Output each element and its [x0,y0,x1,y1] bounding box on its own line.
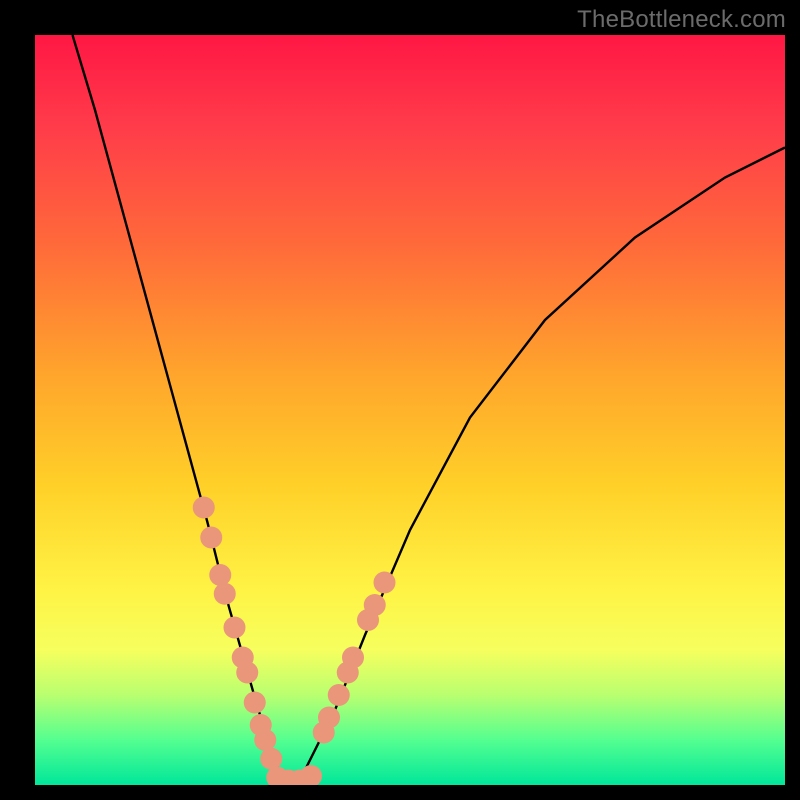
marker-dot [209,564,231,586]
marker-dot [200,527,222,549]
marker-dot [236,662,258,684]
marker-dot [364,594,386,616]
chart-frame: TheBottleneck.com [0,0,800,800]
marker-dot [318,707,340,729]
marker-dot [260,748,282,770]
chart-svg [35,35,785,785]
marker-dot [214,583,236,605]
marker-dot [328,684,350,706]
marker-dot [342,647,364,669]
bottleneck-curve [73,35,786,785]
right-branch-markers [313,572,396,744]
marker-dot [244,692,266,714]
left-branch-markers [193,497,283,770]
marker-dot [254,729,276,751]
marker-dot [374,572,396,594]
marker-dot [193,497,215,519]
marker-dot [224,617,246,639]
marker-dot [300,765,322,785]
watermark-text: TheBottleneck.com [577,6,786,34]
chart-plot-area [35,35,785,785]
